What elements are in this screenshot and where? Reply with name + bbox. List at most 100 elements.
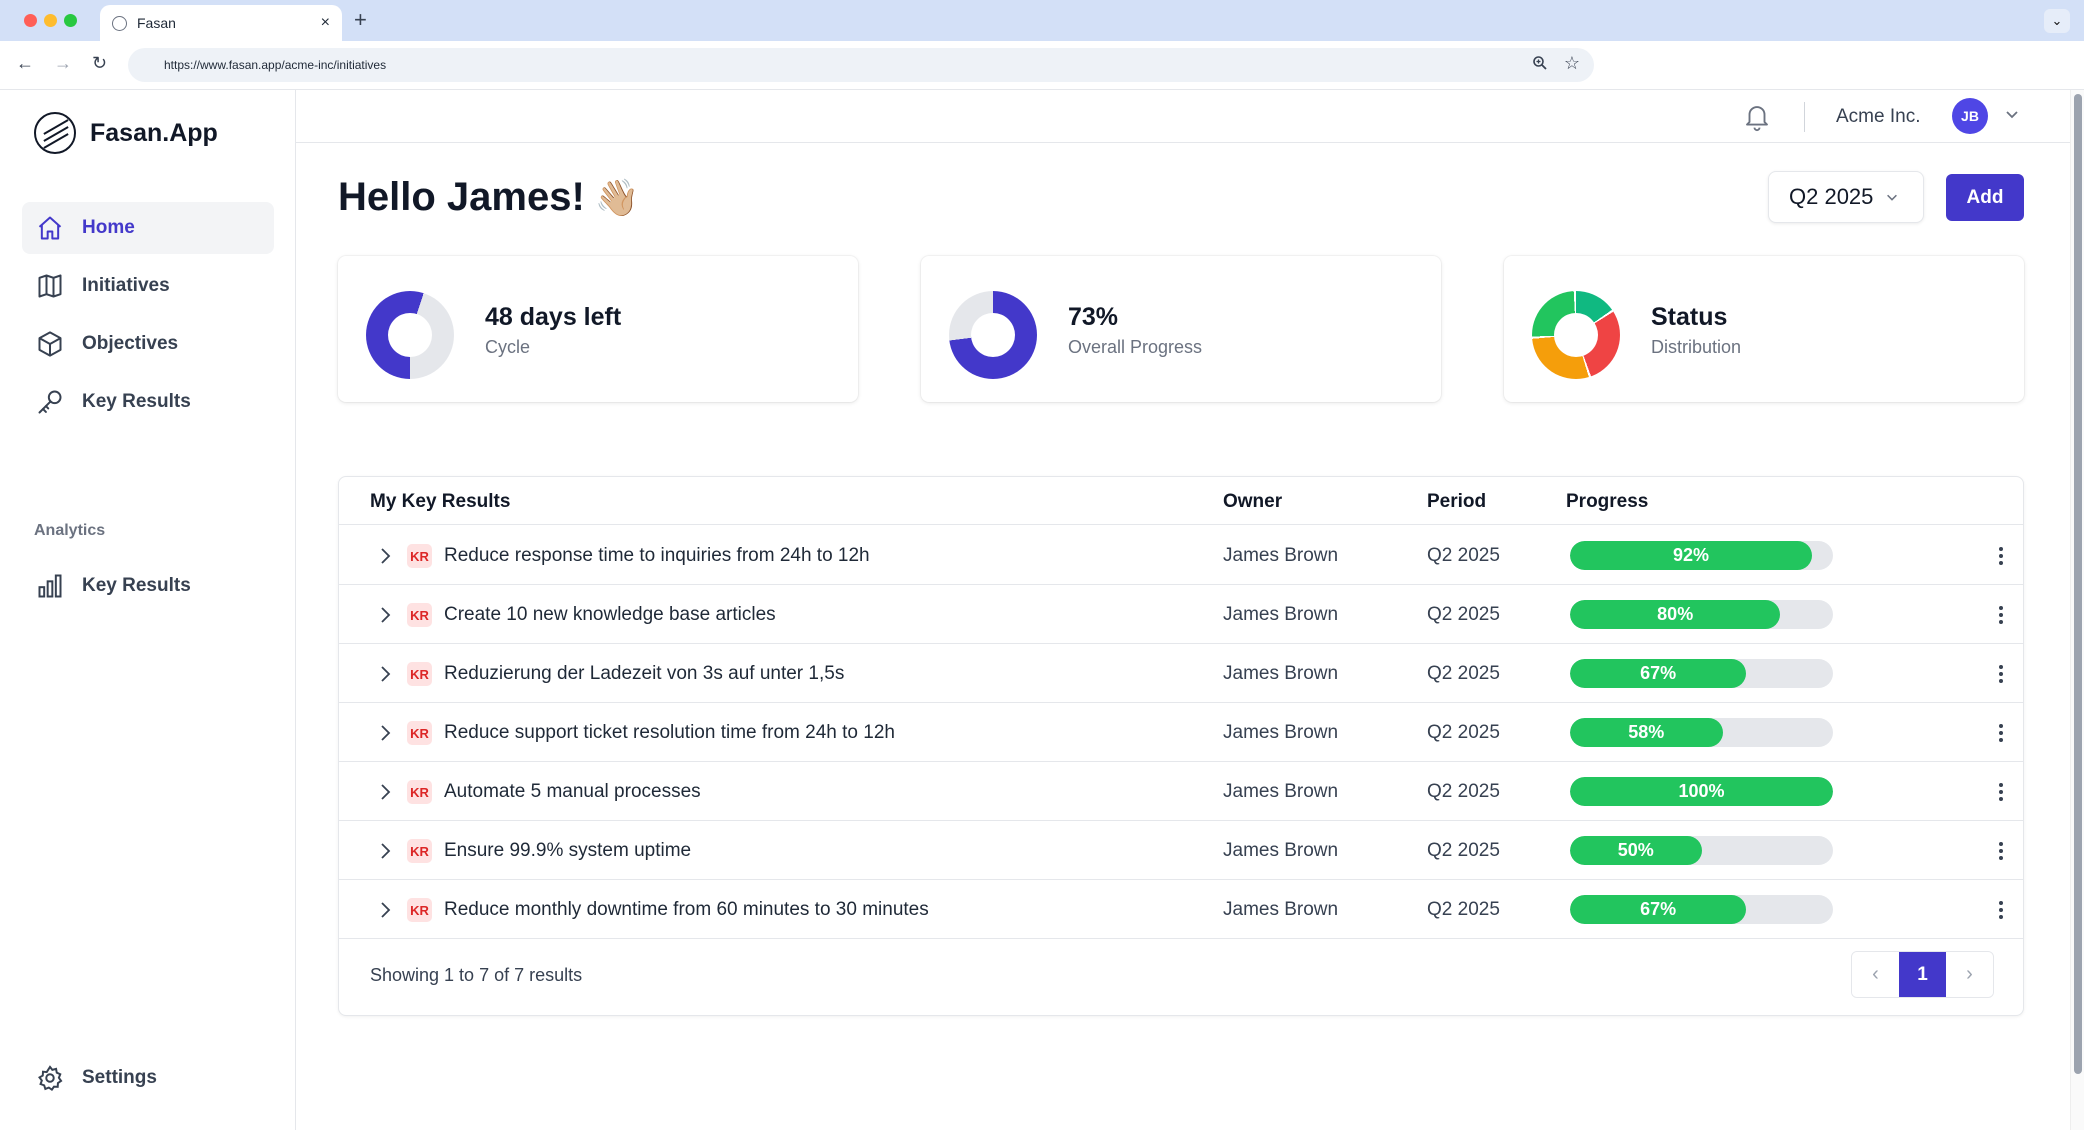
- forward-arrow-icon[interactable]: →: [54, 53, 72, 74]
- key-result-name[interactable]: Reduce monthly downtime from 60 minutes …: [444, 899, 929, 921]
- key-result-name[interactable]: Reduzierung der Ladezeit von 3s auf unte…: [444, 663, 844, 685]
- analytics-section-label: Analytics: [34, 522, 106, 539]
- chevron-right-icon[interactable]: [375, 546, 395, 566]
- kr-badge: KR: [407, 544, 432, 568]
- add-button[interactable]: Add: [1946, 174, 2024, 221]
- gear-icon: [38, 1065, 63, 1092]
- sidebar-item-initiatives[interactable]: Initiatives: [22, 260, 274, 312]
- page-title: Hello James! 👋🏼: [338, 175, 640, 220]
- page-button-current[interactable]: 1: [1899, 952, 1946, 997]
- chevron-right-icon[interactable]: [375, 841, 395, 861]
- org-name[interactable]: Acme Inc.: [1836, 106, 1920, 128]
- chevron-right-icon[interactable]: [375, 664, 395, 684]
- next-page-button[interactable]: ›: [1946, 952, 1993, 997]
- table-row[interactable]: KR Reduzierung der Ladezeit von 3s auf un…: [339, 644, 2023, 703]
- close-window-button[interactable]: [24, 14, 37, 27]
- progress-bar-fill: 80%: [1570, 600, 1781, 629]
- browser-tab-bar: Fasan × + ⌄: [0, 0, 2084, 41]
- table-row[interactable]: KR Create 10 new knowledge base articles J…: [339, 585, 2023, 644]
- sidebar-item-label: Key Results: [82, 575, 191, 596]
- period-cell: Q2 2025: [1427, 545, 1500, 566]
- table-row[interactable]: KR Automate 5 manual processes James Brown…: [339, 762, 2023, 821]
- sidebar-item-label: Key Results: [82, 391, 191, 412]
- period-cell: Q2 2025: [1427, 604, 1500, 625]
- sidebar-item-home[interactable]: Home: [22, 202, 274, 254]
- home-icon: [38, 216, 62, 240]
- address-bar[interactable]: https://www.fasan.app/acme-inc/initiativ…: [128, 48, 1594, 82]
- column-header-owner: Owner: [1223, 491, 1283, 512]
- period-select[interactable]: Q2 2025: [1768, 171, 1924, 223]
- key-result-name[interactable]: Reduce response time to inquiries from 2…: [444, 545, 870, 567]
- key-result-name[interactable]: Automate 5 manual processes: [444, 781, 701, 803]
- owner-cell: James Brown: [1223, 722, 1339, 743]
- progress-bar-fill: 50%: [1570, 836, 1702, 865]
- cycle-donut-chart: [366, 291, 454, 379]
- key-results-table: My Key Results Owner Period Progress KR R…: [338, 476, 2024, 1016]
- owner-cell: James Brown: [1223, 604, 1339, 625]
- chevron-right-icon[interactable]: [375, 723, 395, 743]
- prev-page-button[interactable]: ‹: [1852, 952, 1899, 997]
- key-icon: [38, 390, 62, 414]
- progress-bar: 100%: [1570, 777, 1833, 806]
- progress-card: 73% Overall Progress: [921, 256, 1441, 402]
- progress-bar: 92%: [1570, 541, 1833, 570]
- progress-donut-chart: [949, 291, 1037, 379]
- minimize-window-button[interactable]: [44, 14, 57, 27]
- bookmark-star-icon[interactable]: ☆: [1564, 53, 1580, 74]
- chevron-down-icon: [1887, 194, 1898, 201]
- reload-icon[interactable]: ↻: [92, 53, 107, 74]
- progress-bar: 58%: [1570, 718, 1833, 747]
- table-row[interactable]: KR Reduce response time to inquiries from…: [339, 526, 2023, 585]
- kr-badge: KR: [407, 780, 432, 804]
- kr-badge: KR: [407, 721, 432, 745]
- row-menu-icon[interactable]: [1995, 662, 2007, 686]
- chevron-down-icon[interactable]: [2004, 106, 2020, 122]
- topbar-divider: [1804, 102, 1805, 132]
- row-menu-icon[interactable]: [1995, 898, 2007, 922]
- app-logo[interactable]: Fasan.App: [34, 112, 218, 154]
- row-menu-icon[interactable]: [1995, 780, 2007, 804]
- key-result-name[interactable]: Ensure 99.9% system uptime: [444, 840, 691, 862]
- sidebar-item-key-results[interactable]: Key Results: [22, 376, 274, 428]
- period-cell: Q2 2025: [1427, 663, 1500, 684]
- zoom-icon[interactable]: [1532, 55, 1548, 76]
- period-cell: Q2 2025: [1427, 781, 1500, 802]
- card-subtitle: Overall Progress: [1068, 337, 1203, 357]
- sidebar-item-analytics-key-results[interactable]: Key Results: [22, 560, 274, 612]
- bar-chart-icon: [38, 574, 62, 598]
- avatar[interactable]: JB: [1952, 98, 1988, 134]
- owner-cell: James Brown: [1223, 545, 1339, 566]
- sidebar-item-objectives[interactable]: Objectives: [22, 318, 274, 370]
- close-tab-icon[interactable]: ×: [321, 14, 330, 32]
- sidebar-item-settings[interactable]: Settings: [22, 1052, 274, 1104]
- new-tab-button[interactable]: +: [354, 7, 367, 33]
- status-donut-chart: [1532, 291, 1620, 379]
- status-card: Status Distribution: [1504, 256, 2024, 402]
- browser-tab[interactable]: Fasan ×: [100, 5, 342, 41]
- row-menu-icon[interactable]: [1995, 544, 2007, 568]
- chevron-right-icon[interactable]: [375, 605, 395, 625]
- card-subtitle: Cycle: [485, 337, 531, 357]
- cycle-card: 48 days left Cycle: [338, 256, 858, 402]
- table-row[interactable]: KR Reduce monthly downtime from 60 minute…: [339, 880, 2023, 939]
- kr-badge: KR: [407, 898, 432, 922]
- key-result-name[interactable]: Reduce support ticket resolution time fr…: [444, 722, 895, 744]
- table-row[interactable]: KR Ensure 99.9% system uptime James Brown Q…: [339, 821, 2023, 880]
- row-menu-icon[interactable]: [1995, 603, 2007, 627]
- row-menu-icon[interactable]: [1995, 839, 2007, 863]
- back-arrow-icon[interactable]: ←: [16, 53, 34, 74]
- progress-bar: 67%: [1570, 659, 1833, 688]
- card-subtitle: Distribution: [1651, 337, 1742, 357]
- maximize-window-button[interactable]: [64, 14, 77, 27]
- table-row[interactable]: KR Reduce support ticket resolution time …: [339, 703, 2023, 762]
- bell-icon[interactable]: [1742, 102, 1772, 132]
- page-scrollbar[interactable]: [2070, 90, 2084, 1130]
- scrollbar-thumb[interactable]: [2074, 94, 2082, 1074]
- key-result-name[interactable]: Create 10 new knowledge base articles: [444, 604, 776, 626]
- kr-badge: KR: [407, 662, 432, 686]
- chevron-right-icon[interactable]: [375, 900, 395, 920]
- browser-toolbar: ← → ↻ https://www.fasan.app/acme-inc/ini…: [0, 41, 2084, 90]
- tab-search-chevron-icon[interactable]: ⌄: [2044, 9, 2070, 33]
- chevron-right-icon[interactable]: [375, 782, 395, 802]
- row-menu-icon[interactable]: [1995, 721, 2007, 745]
